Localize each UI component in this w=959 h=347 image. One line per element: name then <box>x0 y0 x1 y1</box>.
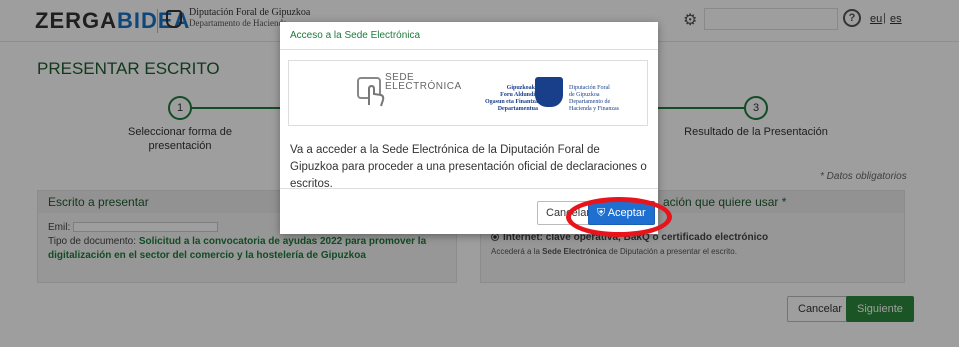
gipuzkoa-shield-icon <box>535 77 563 107</box>
sede-electronica-icon <box>357 77 385 107</box>
sede-electronica-wordmark: SEDE ELECTRÓNICA <box>385 72 462 92</box>
gipuzkoa-spanish-name: Diputación Foral de Gipuzkoa Departament… <box>569 85 619 112</box>
accept-highlight-annotation <box>566 197 672 237</box>
dialog-logos: SEDE ELECTRÓNICA Gipuzkoako Foru Aldundi… <box>288 60 648 126</box>
gipuzkoa-basque-name: Gipuzkoako Foru Aldundia Ogasun eta Fina… <box>485 85 539 112</box>
dialog-title: Acceso a la Sede Electrónica <box>280 22 658 50</box>
dialog-message: Va a acceder a la Sede Electrónica de la… <box>290 144 647 190</box>
